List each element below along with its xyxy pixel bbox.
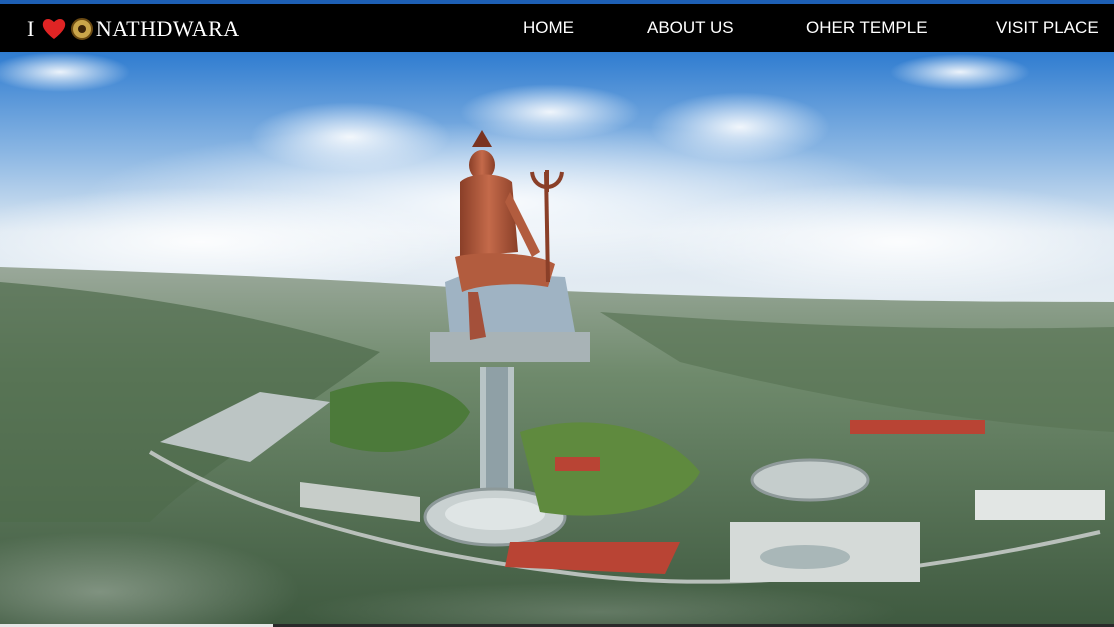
navbar: I NATHDWARA HOME ABOUT US OHER TEMPLE VI… xyxy=(0,4,1114,52)
brand-prefix: I xyxy=(27,16,35,41)
hero-slider[interactable] xyxy=(0,52,1114,624)
brand-name: NATHDWARA xyxy=(95,16,240,41)
nav-about-us[interactable]: ABOUT US xyxy=(647,18,734,38)
temple-emblem-icon xyxy=(70,18,93,40)
nav-home[interactable]: HOME xyxy=(523,18,574,38)
nav-visit-place[interactable]: VISIT PLACE xyxy=(996,18,1099,38)
nav-other-temple[interactable]: OHER TEMPLE xyxy=(806,18,928,38)
heart-icon xyxy=(42,19,66,39)
brand-logo[interactable]: I NATHDWARA xyxy=(27,14,240,44)
hero-image xyxy=(0,52,1114,624)
